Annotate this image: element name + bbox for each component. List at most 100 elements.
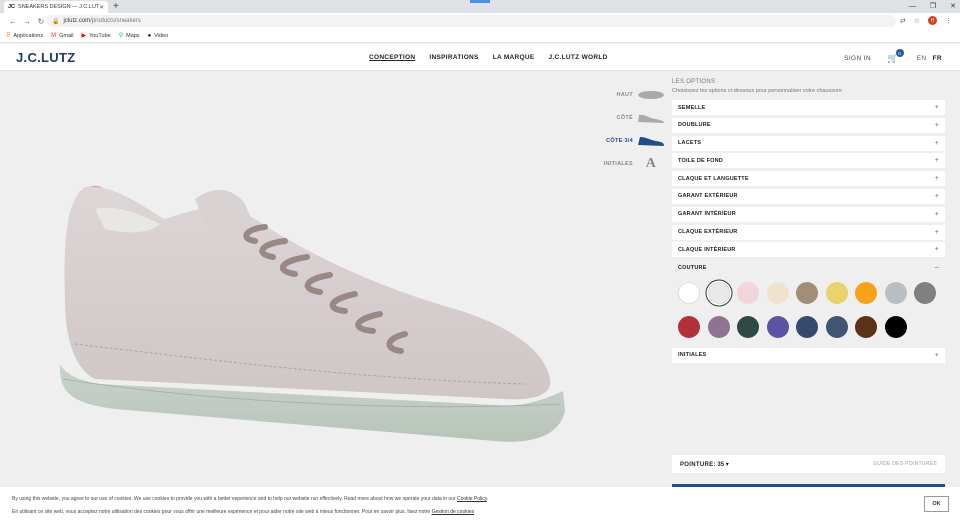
video-icon: ●: [147, 32, 152, 39]
cookie-ok-button[interactable]: OK: [924, 496, 949, 512]
site-favicon-icon: JC: [8, 4, 16, 10]
expand-icon: +: [934, 139, 939, 147]
color-swatch[interactable]: [914, 281, 936, 304]
color-swatch[interactable]: [825, 281, 848, 304]
profile-avatar[interactable]: H: [928, 16, 937, 25]
nav-jclutz-world[interactable]: J.C.LUTZ WORLD: [549, 54, 608, 61]
lang-en[interactable]: EN: [917, 55, 927, 62]
expand-icon: +: [934, 246, 939, 254]
size-label: POINTURE:: [680, 461, 716, 468]
sneaker-preview-image: [60, 185, 565, 442]
accordion-toile-de-fond[interactable]: TOILE DE FOND +: [672, 153, 945, 169]
lock-icon: 🔒: [52, 18, 60, 25]
nav-conception[interactable]: CONCEPTION: [369, 54, 415, 61]
gmail-icon: M: [51, 32, 57, 39]
browser-tab[interactable]: JC SNEAKERS DESIGN — J.C.LUTZ ✕: [4, 1, 108, 13]
close-tab-icon[interactable]: ✕: [99, 4, 104, 11]
color-swatch[interactable]: [766, 315, 789, 338]
options-title: LES OPTIONS: [672, 79, 716, 85]
accordion-claque-et-languette[interactable]: CLAQUE ET LANGUETTE +: [672, 171, 945, 187]
color-swatch[interactable]: [884, 315, 907, 338]
accordion-claque-int-rieur[interactable]: CLAQUE INTÉRIEUR +: [672, 242, 945, 258]
color-swatch[interactable]: [884, 281, 907, 304]
view-selector: HAUT CÔTÉ CÔTE 3/4 INITIALES A: [595, 83, 665, 175]
nav-la-marque[interactable]: LA MARQUE: [493, 54, 535, 61]
color-swatch[interactable]: [825, 315, 848, 338]
url-host: jclutz.com: [63, 18, 91, 24]
color-swatch[interactable]: [766, 281, 789, 304]
window-drag-indicator: [470, 0, 490, 3]
bookmark-applications[interactable]: ⠿ Applications: [6, 32, 43, 40]
accordion-initiales[interactable]: INITIALES +: [672, 347, 945, 363]
color-swatch[interactable]: [796, 281, 818, 304]
view-initiales[interactable]: INITIALES A: [595, 152, 665, 175]
color-swatch[interactable]: [855, 281, 877, 304]
color-swatch[interactable]: [678, 315, 700, 338]
accordion-doublure[interactable]: DOUBLURE +: [672, 117, 945, 133]
forward-icon[interactable]: →: [20, 17, 34, 26]
bookmark-youtube[interactable]: ▶ YouTube: [81, 32, 110, 40]
translate-icon[interactable]: ⇄: [900, 17, 906, 25]
accordion-garant-ext-rieur[interactable]: GARANT EXTÉRIEUR +: [672, 188, 945, 204]
url-path: /products/sneakers: [90, 18, 141, 24]
color-swatch[interactable]: [678, 281, 700, 304]
bookmark-video[interactable]: ● Video: [148, 33, 169, 39]
cookie-banner: By using this website, you agree to our …: [0, 487, 960, 523]
close-window-icon[interactable]: ✕: [950, 0, 956, 13]
apps-grid-icon: ⠿: [6, 33, 11, 39]
size-dropdown-icon: ▾: [725, 461, 729, 468]
address-bar[interactable]: 🔒 jclutz.com/products/sneakers: [46, 15, 896, 27]
bookmark-maps[interactable]: ⚲ Maps: [118, 32, 140, 40]
accordion-lacets[interactable]: LACETS +: [672, 135, 945, 151]
color-swatch[interactable]: [707, 315, 730, 338]
color-swatch[interactable]: [796, 315, 818, 338]
cart-icon[interactable]: 🛒 0: [887, 49, 904, 64]
header-actions: SIGN IN 🛒 0 EN FR: [844, 49, 942, 64]
color-swatch[interactable]: [707, 281, 730, 304]
size-guide-link[interactable]: GUIDE DES POINTURES: [873, 461, 937, 467]
view-cote-3-4[interactable]: CÔTE 3/4: [595, 129, 665, 152]
expand-icon: +: [934, 175, 939, 183]
shoe-side-thumb-icon: [637, 112, 665, 124]
nav-inspirations[interactable]: INSPIRATIONS: [429, 54, 478, 61]
youtube-icon: ▶: [81, 33, 87, 39]
accordion-garant-int-rieur[interactable]: GARANT INTÉRIEUR +: [672, 206, 945, 222]
color-swatch[interactable]: [855, 315, 877, 338]
cart-count-badge: 0: [895, 49, 904, 57]
configurator-stage: HAUT CÔTÉ CÔTE 3/4 INITIALES A LES OPTIO…: [0, 71, 960, 487]
browser-menu-icon[interactable]: ⋮: [945, 17, 952, 25]
expand-icon: +: [934, 157, 939, 165]
minimize-icon[interactable]: —: [909, 0, 916, 13]
expand-icon: +: [934, 192, 939, 200]
browser-toolbar: ← → ↻ 🔒 jclutz.com/products/sneakers ⇄ ☆…: [0, 13, 960, 29]
color-swatch[interactable]: [737, 281, 759, 304]
collapse-icon: –: [934, 264, 939, 272]
restore-icon[interactable]: ❐: [930, 0, 936, 13]
toolbar-right: ⇄ ☆ H ⋮: [900, 16, 952, 25]
site-logo[interactable]: J.C.LUTZ: [16, 50, 75, 65]
accordion-claque-ext-rieur[interactable]: CLAQUE EXTÉRIEUR +: [672, 224, 945, 240]
bookmark-gmail[interactable]: M Gmail: [51, 33, 73, 39]
back-icon[interactable]: ←: [6, 17, 20, 26]
initials-letter-icon: A: [645, 155, 657, 171]
size-selector[interactable]: POINTURE: 35 ▾ GUIDE DES POINTURES: [672, 455, 945, 473]
cookie-policy-link[interactable]: Cookie Policy: [457, 496, 487, 502]
sign-in-link[interactable]: SIGN IN: [844, 55, 871, 62]
color-swatch-grid: [672, 278, 945, 348]
cookie-text-en: By using this website, you agree to our …: [12, 496, 456, 502]
cookie-management-link[interactable]: Gestion de cookies: [432, 509, 475, 515]
site-header: J.C.LUTZ CONCEPTION INSPIRATIONS LA MARQ…: [0, 44, 960, 71]
accordion-couture[interactable]: COUTURE –: [672, 260, 945, 275]
color-swatch[interactable]: [737, 315, 759, 338]
view-cote[interactable]: CÔTÉ: [595, 106, 665, 129]
expand-icon: +: [934, 210, 939, 218]
view-haut[interactable]: HAUT: [595, 83, 665, 106]
shoe-top-thumb-icon: [637, 89, 665, 101]
lang-fr[interactable]: FR: [933, 55, 942, 62]
bookmark-star-icon[interactable]: ☆: [914, 17, 920, 25]
shoe-three-quarter-thumb-icon: [637, 135, 665, 147]
expand-icon: +: [934, 351, 939, 359]
accordion-semelle[interactable]: SEMELLE +: [672, 100, 945, 115]
new-tab-button[interactable]: +: [113, 0, 119, 13]
maps-pin-icon: ⚲: [118, 33, 124, 39]
